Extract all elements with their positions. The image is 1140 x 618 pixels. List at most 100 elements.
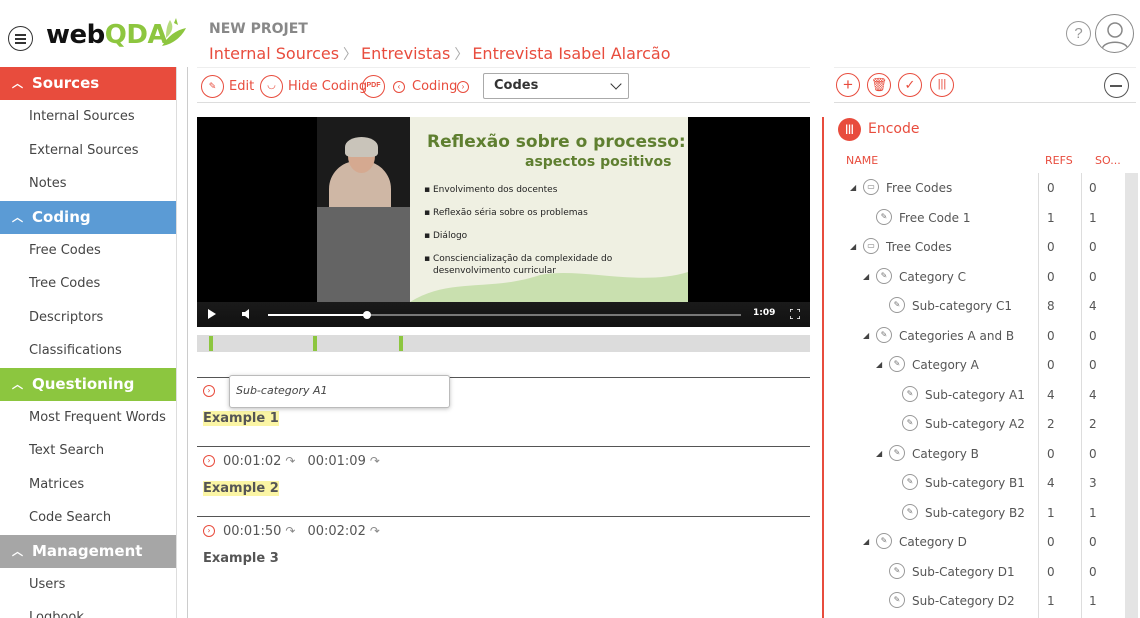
slide-bullet: Reflexão séria sobre os problemas [424, 207, 654, 219]
segment-divider [197, 516, 810, 517]
tree-refs: 0 [1047, 328, 1055, 343]
slide-bullet: Diálogo [424, 230, 654, 242]
tree-sources: 0 [1089, 358, 1097, 372]
user-avatar-icon[interactable] [1095, 14, 1134, 53]
logo-leaf-icon [162, 18, 186, 46]
segment-start-time[interactable]: 00:01:50 [223, 524, 281, 539]
tree-expander-icon[interactable]: ◢ [876, 360, 882, 369]
segment-end-time[interactable]: 00:01:09 [307, 454, 365, 469]
timeline-mark[interactable] [209, 336, 214, 351]
sidebar-item-logbook[interactable]: Logbook [0, 601, 176, 618]
sidebar-item-classifications[interactable]: Classifications [0, 334, 176, 368]
slide-decoration [410, 272, 688, 302]
codes-select[interactable]: Codes [483, 73, 629, 99]
tree-expander-icon[interactable]: ◢ [850, 183, 856, 192]
segment-coding-icon[interactable]: › [203, 524, 215, 537]
segment-coding-icon[interactable]: › [203, 384, 215, 397]
segment-start-time[interactable]: 00:01:02 [223, 454, 281, 469]
sidebar-item-descriptors[interactable]: Descriptors [0, 301, 176, 335]
tree-refs: 1 [1047, 594, 1055, 608]
tree-expander-icon[interactable]: ◢ [863, 537, 869, 546]
segment-coding-icon[interactable]: › [203, 454, 215, 467]
sidebar-item-tree-codes[interactable]: Tree Codes [0, 267, 176, 301]
tree-label: Free Code 1 [899, 210, 971, 225]
code-icon: ✎ [889, 592, 905, 608]
sidebar-item-free-codes[interactable]: Free Codes [0, 234, 176, 268]
segment-text[interactable]: Example 1 [203, 411, 279, 426]
delete-icon[interactable]: 🗑︎ [867, 73, 891, 97]
sidebar-item-most-frequent-words[interactable]: Most Frequent Words [0, 401, 176, 435]
hide-coding-eye-icon[interactable]: ◡ [260, 75, 283, 98]
segment-text[interactable]: Example 2 [203, 481, 279, 496]
sidebar-item-external-sources[interactable]: External Sources [0, 134, 176, 168]
timeline-mark[interactable] [399, 336, 404, 351]
barcode-icon[interactable]: ||| [930, 73, 954, 97]
play-icon[interactable] [208, 309, 216, 319]
add-icon[interactable]: + [836, 73, 860, 97]
fullscreen-icon[interactable] [790, 309, 800, 319]
project-title: NEW PROJET [209, 21, 308, 37]
folder-code-icon: ▭ [863, 238, 879, 254]
volume-icon[interactable] [241, 308, 253, 320]
segment-text[interactable]: Example 3 [203, 551, 279, 566]
breadcrumb-item[interactable]: Internal Sources [209, 44, 339, 63]
column-header-refs[interactable]: REFS [1045, 154, 1073, 167]
pdf-export-icon[interactable]: PDF [362, 75, 385, 98]
tree-scrollbar[interactable] [1125, 173, 1138, 618]
sidebar-section-questioning[interactable]: ︿ Questioning [0, 367, 176, 401]
video-progress-bar[interactable] [268, 311, 741, 319]
edit-check-icon[interactable]: ✓ [898, 73, 922, 97]
slide-title: Reflexão sobre o processo: [427, 132, 686, 152]
segment-end-time[interactable]: 00:02:02 [307, 524, 365, 539]
sidebar-section-coding[interactable]: ︿ Coding [0, 200, 176, 234]
tree-sources: 3 [1089, 476, 1097, 490]
coding-next-icon[interactable]: › [457, 81, 469, 93]
sidebar-item-internal-sources[interactable]: Internal Sources [0, 100, 176, 134]
segment-header: › 00:01:02 ↷ 00:01:09 ↷ [203, 454, 392, 469]
tree-expander-icon[interactable]: ◢ [876, 449, 882, 458]
tree-refs: 4 [1047, 476, 1055, 490]
tree-sources: 1 [1089, 594, 1097, 608]
sidebar-item-notes[interactable]: Notes [0, 167, 176, 201]
sidebar-section-management[interactable]: ︿ Management [0, 534, 176, 568]
sidebar-item-matrices[interactable]: Matrices [0, 468, 176, 502]
video-player[interactable]: Reflexão sobre o processo: aspectos posi… [197, 117, 810, 327]
app-logo[interactable]: webQDA [46, 20, 168, 50]
tree-expander-icon[interactable]: ◢ [863, 331, 869, 340]
tree-label: Sub-category B1 [925, 476, 1025, 490]
encode-barcode-icon: ||| [838, 118, 861, 141]
column-header-sources[interactable]: SO... [1095, 154, 1121, 167]
seek-icon[interactable]: ↷ [370, 524, 380, 538]
tree-expander-icon[interactable]: ◢ [863, 272, 869, 281]
codes-tree: ◢ ▭ Free Codes 0 0 ✎ Free Code 1 1 1 ◢ ▭ Tree Codes… [838, 173, 1138, 618]
sidebar-item-code-search[interactable]: Code Search [0, 501, 176, 535]
help-icon[interactable]: ? [1066, 21, 1091, 46]
chevron-up-icon: ︿ [12, 210, 23, 224]
seek-icon[interactable]: ↷ [285, 454, 295, 468]
sidebar-item-text-search[interactable]: Text Search [0, 434, 176, 468]
edit-pencil-icon[interactable]: ✎ [201, 75, 224, 98]
sidebar-scrollbar[interactable] [176, 67, 187, 618]
column-header-name[interactable]: NAME [846, 154, 878, 167]
tree-sources: 1 [1089, 505, 1097, 520]
sidebar-section-sources[interactable]: ︿ Sources [0, 67, 176, 100]
breadcrumb-item[interactable]: Entrevista Isabel Alarcão [472, 44, 670, 63]
timeline-mark[interactable] [313, 336, 318, 351]
folder-code-icon: ▭ [863, 179, 879, 195]
breadcrumb-item[interactable]: Entrevistas [361, 44, 450, 63]
tree-label: Sub-category B2 [925, 505, 1025, 520]
sidebar-item-users[interactable]: Users [0, 568, 176, 602]
video-progress-handle[interactable] [363, 311, 372, 319]
seek-icon[interactable]: ↷ [370, 454, 380, 468]
edit-button[interactable]: Edit [229, 79, 254, 94]
tree-expander-icon[interactable]: ◢ [850, 242, 856, 251]
hamburger-menu-icon[interactable] [8, 26, 33, 51]
collapse-icon[interactable] [1104, 73, 1129, 98]
seek-icon[interactable]: ↷ [285, 524, 295, 538]
hide-coding-button[interactable]: Hide Coding [288, 79, 367, 94]
codes-panel: ||| Encode NAME REFS SO... ◢ ▭ Free Codes 0… [822, 117, 1140, 618]
segment-divider [197, 446, 810, 447]
coding-timeline[interactable] [197, 335, 810, 352]
coding-prev-icon[interactable]: ‹ [393, 81, 405, 93]
code-icon: ✎ [902, 474, 918, 490]
